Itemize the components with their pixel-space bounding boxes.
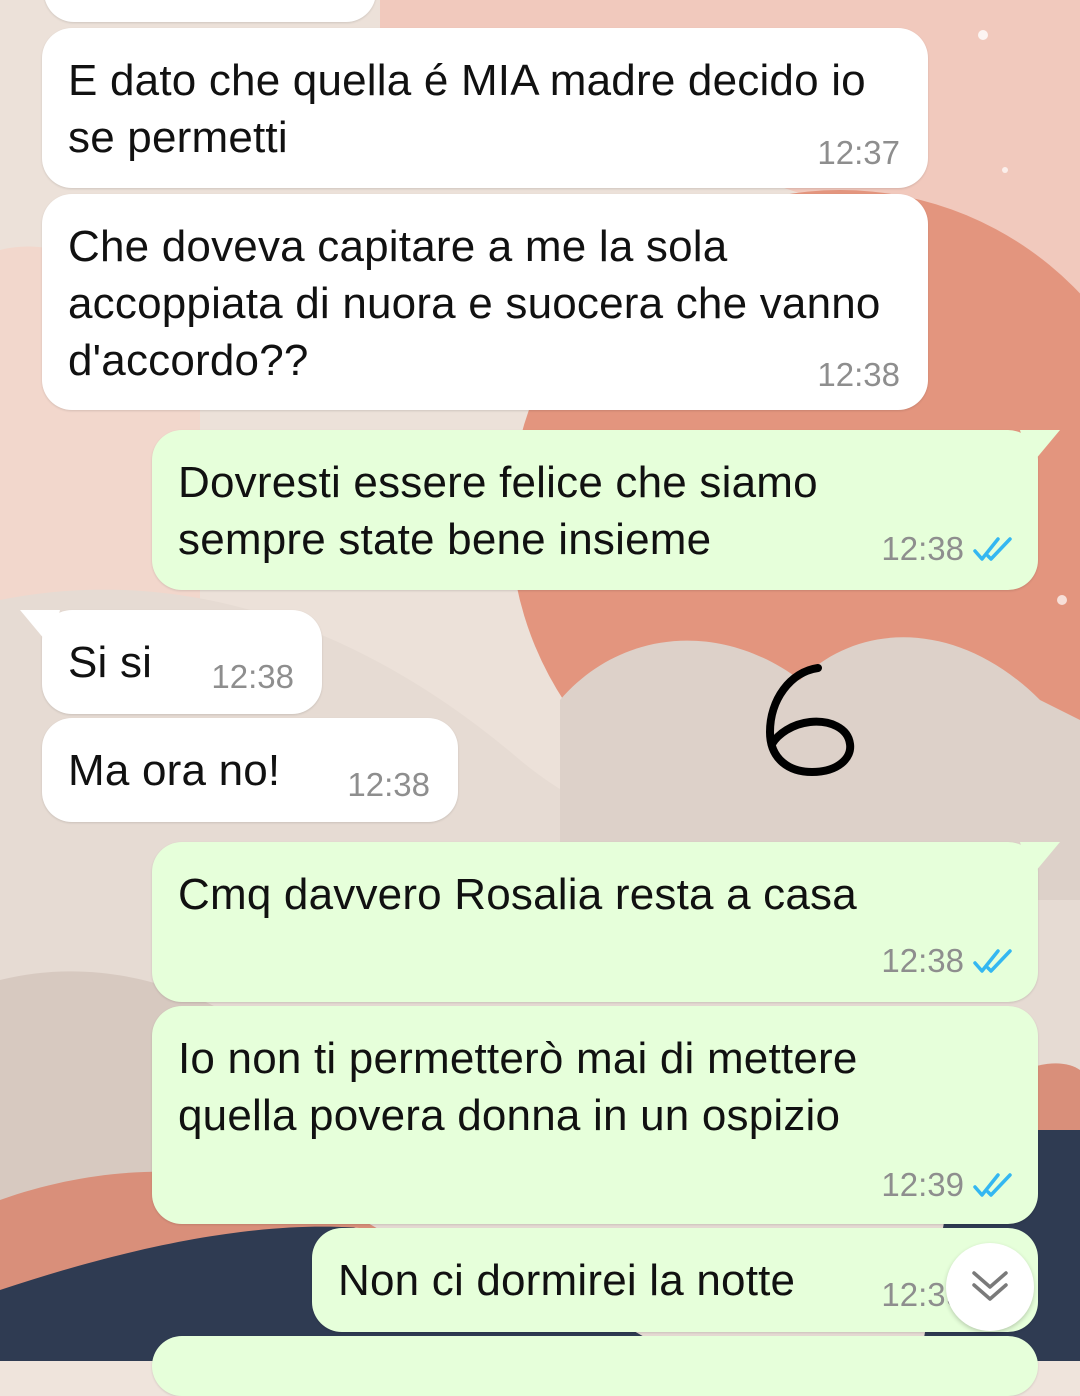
message-outgoing[interactable]: Non ci dormirei la notte 12:39 <box>312 1228 1038 1332</box>
handwritten-annotation <box>766 664 855 776</box>
message-meta: 12:38 <box>817 356 900 394</box>
chat-area[interactable]: E dato che quella é MIA madre decido io … <box>0 0 1080 1396</box>
message-bubble-partial[interactable] <box>44 0 376 22</box>
message-time: 12:38 <box>347 766 430 803</box>
message-outgoing[interactable]: Io non ti permetterò mai di mettere quel… <box>152 1006 1038 1224</box>
message-text: Io non ti permetterò mai di mettere quel… <box>178 1034 858 1140</box>
bubble-tail <box>1020 430 1060 466</box>
message-incoming[interactable]: Che doveva capitare a me la sola accoppi… <box>42 194 928 410</box>
message-meta: 12:38 <box>881 942 1016 980</box>
message-meta: 12:39 <box>881 1166 1016 1204</box>
message-text: E dato che quella é MIA madre decido io … <box>68 56 866 162</box>
double-chevron-down-icon <box>972 1271 1008 1301</box>
scroll-to-bottom-button[interactable] <box>946 1243 1034 1331</box>
message-text: Che doveva capitare a me la sola accoppi… <box>68 222 881 385</box>
message-meta: 12:38 <box>211 658 294 696</box>
message-outgoing[interactable]: Dovresti essere felice che siamo sempre … <box>152 430 1060 590</box>
message-time: 12:39 <box>881 1166 964 1203</box>
double-check-icon <box>973 537 1012 561</box>
message-incoming[interactable]: Ma ora no! 12:38 <box>42 718 458 822</box>
message-time: 12:38 <box>211 658 294 695</box>
message-bubble-partial[interactable] <box>152 1336 1038 1396</box>
bubble-tail <box>20 610 60 646</box>
message-time: 12:37 <box>817 134 900 171</box>
message-incoming[interactable]: Si si 12:38 <box>20 610 322 714</box>
message-text: Cmq davvero Rosalia resta a casa <box>178 870 857 919</box>
message-time: 12:38 <box>881 942 964 979</box>
message-time: 12:38 <box>881 530 964 567</box>
message-meta: 12:38 <box>881 530 1016 568</box>
double-check-icon <box>973 949 1012 973</box>
message-time: 12:38 <box>817 356 900 393</box>
bubble-tail <box>1020 842 1060 878</box>
message-outgoing[interactable]: Cmq davvero Rosalia resta a casa 12:38 <box>152 842 1060 1002</box>
message-meta: 12:37 <box>817 134 900 172</box>
message-incoming[interactable]: E dato che quella é MIA madre decido io … <box>42 28 928 188</box>
message-meta: 12:38 <box>347 766 430 804</box>
double-check-icon <box>973 1173 1012 1197</box>
